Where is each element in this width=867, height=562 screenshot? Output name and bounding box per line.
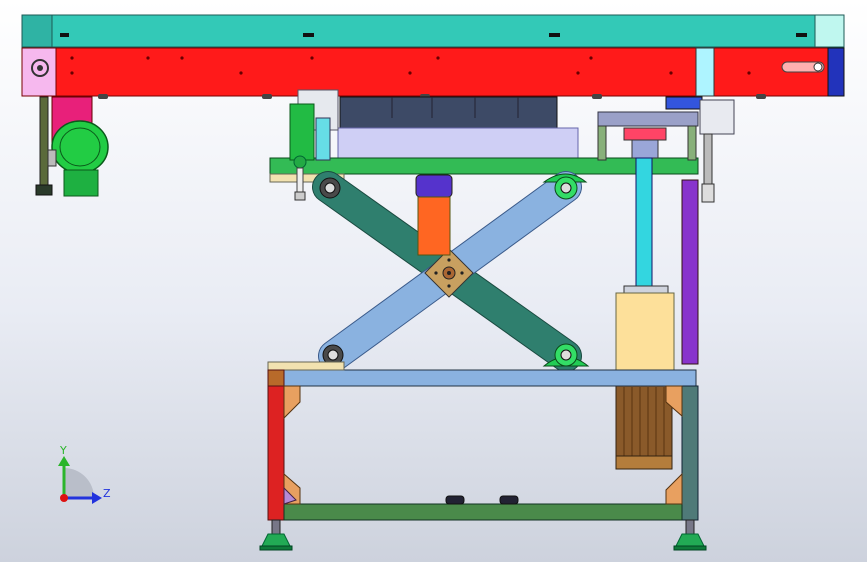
- bracket-bottom-right: [665, 472, 683, 505]
- sensor-tip: [701, 183, 715, 203]
- axis-triad-shade: [64, 468, 94, 498]
- base-top-left-cap: [267, 361, 345, 371]
- guide-knob: [293, 155, 307, 169]
- cad-viewport[interactable]: Y Z: [0, 0, 867, 562]
- left-bearing-hub: [37, 65, 43, 71]
- base-top-plate: [283, 369, 697, 387]
- top-rail-endcap-left: [21, 14, 53, 48]
- z-axis-label: Z: [103, 487, 111, 500]
- motor-gearbox: [63, 169, 99, 197]
- axis-triad: Y Z: [58, 444, 111, 504]
- scissor-mechanism: [312, 171, 590, 372]
- base-left-leg: [267, 369, 285, 521]
- rail-slot-2: [303, 33, 314, 37]
- motor-mount-foot: [35, 184, 53, 196]
- rail-slot-1: [60, 33, 69, 37]
- beam-gap-cyan: [695, 47, 715, 97]
- right-upper-bracket: [597, 96, 735, 203]
- platform-green-plate: [269, 157, 699, 175]
- upper-bracket-frame: [597, 111, 699, 127]
- red-frame-beam: [21, 47, 845, 99]
- upper-bracket-right-leg: [687, 125, 697, 161]
- y-axis-label: Y: [59, 444, 67, 457]
- guide-rod-cyan: [635, 157, 653, 293]
- guide-lower-pin: [296, 167, 304, 193]
- base-left-leg-cap: [267, 369, 285, 387]
- guide-green-post: [289, 103, 315, 161]
- base-bottom-beam: [283, 503, 683, 521]
- right-adjust-bolt: [813, 62, 823, 72]
- y-axis-arrow: [58, 456, 70, 466]
- lift-conveyor-drawing: Y Z: [21, 14, 845, 551]
- bottom-beam-stud-2: [499, 495, 519, 505]
- top-left-roller: [319, 177, 341, 199]
- bottom-beam-stud-1: [445, 495, 465, 505]
- z-axis-arrow: [92, 492, 102, 504]
- underbeam-dark-block: [339, 96, 558, 130]
- motor-mount-bracket: [39, 96, 49, 190]
- cylinder-orange-body: [417, 196, 451, 256]
- x-axis-dot: [60, 494, 68, 502]
- drive-motor-assembly: [35, 96, 109, 197]
- top-conveyor-rail: [21, 14, 845, 48]
- bracket-top-left: [283, 385, 301, 420]
- top-rail-body: [21, 14, 845, 48]
- top-rail-endcap-right: [814, 14, 845, 48]
- leveling-foot-left: [259, 519, 293, 551]
- upper-bracket-left-leg: [597, 125, 607, 161]
- base-right-leg: [681, 385, 699, 521]
- cylinder-purple-cap: [415, 174, 453, 198]
- guide-cyan-rail: [315, 117, 331, 161]
- sensor-holder: [699, 99, 735, 135]
- guide-pin-tip: [294, 191, 306, 201]
- actuator-beige-housing: [615, 292, 675, 372]
- right-end-block: [827, 47, 845, 97]
- rail-slot-4: [796, 33, 807, 37]
- lift-cylinder: [415, 174, 453, 256]
- leveling-foot-right: [673, 519, 707, 551]
- left-bearing-block: [21, 47, 57, 97]
- red-beam-body: [55, 47, 697, 97]
- violet-side-post: [681, 179, 699, 365]
- rod-mount-block: [623, 127, 667, 141]
- platform-lavender-plate: [337, 127, 579, 161]
- rail-slot-3: [549, 33, 560, 37]
- gear-motor-endcap: [615, 455, 673, 470]
- motor-terminal: [47, 149, 57, 167]
- scissor-pivot-core: [447, 271, 451, 275]
- top-blue-connector: [665, 96, 703, 110]
- rod-mount-cap: [631, 139, 659, 159]
